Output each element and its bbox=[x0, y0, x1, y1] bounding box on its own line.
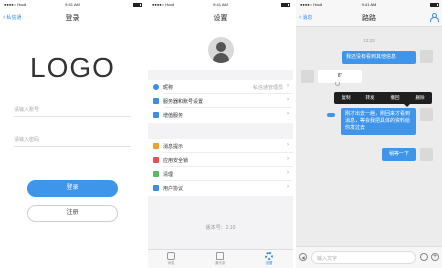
avatar[interactable] bbox=[208, 37, 234, 63]
menu-item-forward[interactable]: 转发 bbox=[358, 95, 382, 101]
loading-spinner-icon bbox=[335, 81, 340, 86]
row-label: 增值服务 bbox=[163, 113, 184, 119]
chat-input-bar: ◀ 输入文字 + bbox=[296, 246, 442, 268]
emoji-icon[interactable] bbox=[420, 253, 428, 261]
login-button[interactable]: 登录 bbox=[27, 180, 118, 197]
service-icon bbox=[153, 112, 159, 118]
settings-row-notifications[interactable]: 消息提示 › bbox=[148, 139, 293, 153]
chevron-right-icon: › bbox=[287, 111, 289, 117]
status-bar: ●●●●○ Hooli 9:41 AM bbox=[0, 0, 145, 9]
message-input-placeholder: 输入文字 bbox=[317, 256, 338, 262]
tab-bar: 消息 通讯录 设置 bbox=[148, 249, 293, 268]
row-value: 私信通管理员 bbox=[252, 85, 283, 91]
status-time: 9:41 AM bbox=[213, 2, 228, 7]
voice-icon[interactable]: ◀ bbox=[299, 253, 307, 261]
register-button[interactable]: 注册 bbox=[27, 205, 118, 222]
password-input[interactable]: 请输入密码 bbox=[14, 133, 131, 147]
menu-item-delete[interactable]: 删除 bbox=[408, 95, 432, 101]
chevron-right-icon: › bbox=[287, 97, 289, 103]
tab-label: 通讯录 bbox=[214, 261, 226, 265]
status-time: 9:41 AM bbox=[361, 2, 377, 7]
status-bar: ●●●●○ Hooli 9:41 AM bbox=[296, 0, 442, 9]
page-title: 设置 bbox=[213, 15, 228, 22]
broom-icon bbox=[153, 171, 159, 177]
settings-row-user-agreement[interactable]: 用户协议 › bbox=[148, 181, 293, 195]
tab-contacts[interactable]: 通讯录 bbox=[205, 252, 235, 266]
avatar bbox=[301, 70, 314, 83]
lock-icon bbox=[153, 157, 159, 163]
battery-icon bbox=[430, 2, 439, 7]
settings-row-value-added[interactable]: 增值服务 › bbox=[148, 108, 293, 122]
battery-icon bbox=[133, 2, 142, 7]
message-context-menu: 复制 转发 撤回 删除 bbox=[334, 92, 432, 107]
voice-message-bubble[interactable]: 8" bbox=[318, 70, 362, 83]
login-screen: ●●●●○ Hooli 9:41 AM ‹私信通 登录 LOGO 请输入账号 请… bbox=[0, 0, 145, 268]
settings-row-nickname[interactable]: 昵称 私信通管理员 › bbox=[148, 80, 293, 94]
settings-row-app-lock[interactable]: 应用安全锁 › bbox=[148, 153, 293, 167]
person-icon bbox=[153, 84, 159, 90]
password-placeholder: 请输入密码 bbox=[14, 137, 40, 143]
page-title: 登录 bbox=[65, 15, 80, 22]
avatar bbox=[420, 108, 433, 121]
plus-icon[interactable]: + bbox=[431, 253, 439, 261]
page-title: 路路 bbox=[362, 15, 376, 22]
chevron-right-icon: › bbox=[287, 142, 289, 148]
account-input[interactable]: 请输入账号 bbox=[14, 103, 131, 117]
settings-group-account: 昵称 私信通管理员 › 服务器和账号设置 › 增值服务 › bbox=[148, 80, 293, 123]
app-logo: LOGO bbox=[30, 52, 115, 83]
message-bubble-sent[interactable]: 刚才出去一趟，刚回来才看到消息，等会我把具体的资料给你发过去 bbox=[341, 108, 416, 135]
message-bubble-sent[interactable]: 稍等一下 bbox=[382, 148, 416, 161]
status-time: 9:41 AM bbox=[65, 2, 80, 7]
chevron-right-icon: › bbox=[287, 156, 289, 162]
chat-screen: ●●●●○ Hooli 9:41 AM ‹消息 路路 12:23 我还没有看到其… bbox=[296, 0, 442, 268]
row-label: 应用安全锁 bbox=[163, 158, 189, 164]
account-placeholder: 请输入账号 bbox=[14, 107, 40, 113]
tab-settings[interactable]: 设置 bbox=[254, 252, 284, 266]
settings-screen: ●●●●○ Hooli 9:41 AM 设置 昵称 私信通管理员 › 服务器和账… bbox=[148, 0, 293, 268]
server-icon bbox=[153, 98, 159, 104]
chat-icon bbox=[167, 252, 175, 260]
nav-bar: 设置 bbox=[148, 9, 293, 27]
avatar bbox=[420, 148, 433, 161]
tab-messages[interactable]: 消息 bbox=[156, 252, 186, 266]
nav-bar: ‹私信通 登录 bbox=[0, 9, 145, 27]
message-bubble-sent[interactable]: 我还没有看到其他信息 bbox=[342, 51, 416, 64]
status-bar: ●●●●○ Hooli 9:41 AM bbox=[148, 0, 293, 9]
user-profile-icon[interactable] bbox=[430, 13, 439, 22]
message-input[interactable]: 输入文字 bbox=[311, 251, 416, 264]
bell-icon bbox=[153, 143, 159, 149]
menu-item-copy[interactable]: 复制 bbox=[334, 95, 358, 101]
chevron-right-icon: › bbox=[287, 83, 289, 89]
nav-bar: ‹消息 路路 bbox=[296, 9, 442, 27]
row-label: 清理 bbox=[163, 172, 174, 178]
message-timestamp: 12:23 bbox=[363, 38, 375, 43]
settings-row-clean[interactable]: 清理 › bbox=[148, 167, 293, 181]
doc-icon bbox=[153, 185, 159, 191]
version-label: 版本号：2.10 bbox=[205, 225, 236, 231]
settings-row-server[interactable]: 服务器和账号设置 › bbox=[148, 94, 293, 108]
chevron-right-icon: › bbox=[287, 184, 289, 190]
menu-item-recall[interactable]: 撤回 bbox=[383, 95, 407, 101]
tab-label: 设置 bbox=[265, 261, 273, 265]
chevron-right-icon: › bbox=[287, 170, 289, 176]
tab-label: 消息 bbox=[167, 261, 175, 265]
gear-icon bbox=[265, 252, 273, 260]
battery-icon bbox=[281, 2, 290, 7]
row-label: 用户协议 bbox=[163, 186, 184, 192]
cloud-icon bbox=[327, 113, 335, 117]
row-label: 消息提示 bbox=[163, 144, 184, 150]
row-label: 服务器和账号设置 bbox=[163, 99, 204, 105]
settings-group-app: 消息提示 › 应用安全锁 › 清理 › 用户协议 › bbox=[148, 139, 293, 196]
row-label: 昵称 bbox=[163, 85, 174, 91]
contacts-icon bbox=[216, 252, 224, 260]
avatar bbox=[420, 50, 433, 63]
